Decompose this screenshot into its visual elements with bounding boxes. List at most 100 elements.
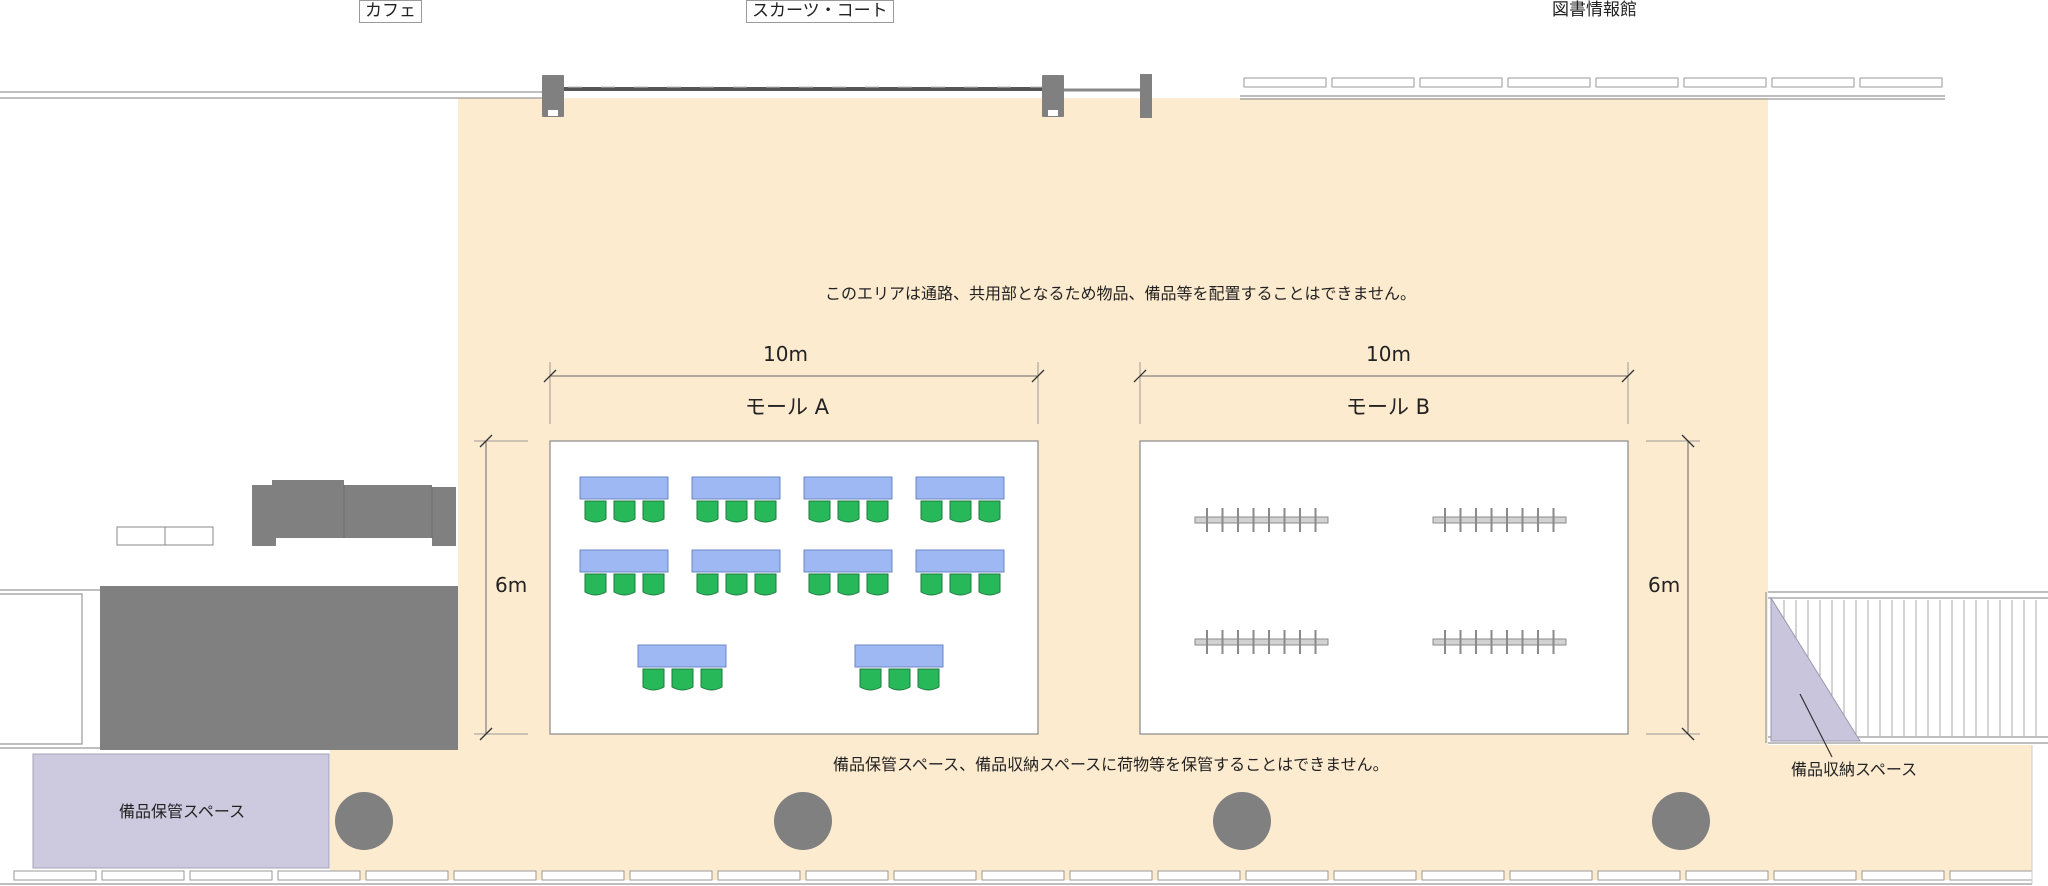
table-set (691, 476, 781, 523)
bottom-panels (13, 870, 2033, 881)
mall-b-area (1139, 440, 1629, 735)
circulation-note: このエリアは通路、共用部となるため物品、備品等を配置することはできません。 (825, 284, 1417, 303)
floor-panel (541, 870, 625, 881)
chair (888, 668, 911, 691)
fixture-rail (1432, 638, 1567, 646)
column-4 (1652, 792, 1710, 850)
floor-panel (1333, 870, 1417, 881)
column-1 (335, 792, 393, 850)
window-panel (1595, 77, 1679, 88)
table-set (579, 549, 669, 596)
chair (696, 500, 719, 523)
library-label: 図書情報館 (1552, 0, 1637, 20)
table-set (579, 476, 669, 523)
mall-b-width-label: 10m (1366, 342, 1411, 366)
chair (978, 500, 1001, 523)
floor-plan: カフェ スカーツ・コート 図書情報館 このエリアは通路、共用部となるため物品、備… (0, 0, 2048, 886)
floor-panel (805, 870, 889, 881)
chair (808, 500, 831, 523)
chair (920, 573, 943, 596)
chair (859, 668, 882, 691)
chair (920, 500, 943, 523)
table-set (915, 549, 1005, 596)
gate-pillar-notch (1048, 110, 1058, 116)
floor-panel (277, 870, 361, 881)
chair (642, 668, 665, 691)
chair (700, 668, 723, 691)
table (854, 644, 944, 668)
table-set (637, 644, 727, 691)
table (691, 476, 781, 500)
chair (671, 668, 694, 691)
table (803, 476, 893, 500)
chair (949, 573, 972, 596)
floor-panel (1861, 870, 1945, 881)
floor-panel (365, 870, 449, 881)
chair (837, 573, 860, 596)
mall-a-depth-label: 6m (495, 573, 528, 597)
floor-panel (1069, 870, 1153, 881)
chair (696, 573, 719, 596)
column-3 (1213, 792, 1271, 850)
gate-pillar-notch (548, 110, 558, 116)
storage-triangle (1770, 596, 1861, 742)
chair (584, 500, 607, 523)
window-panel (1419, 77, 1503, 88)
window-panel (1771, 77, 1855, 88)
floor-panel (717, 870, 801, 881)
gate-post (1140, 74, 1152, 118)
chair (978, 573, 1001, 596)
floor-panel (981, 870, 1065, 881)
chair (613, 500, 636, 523)
window-panel (1243, 77, 1327, 88)
floor-plan-drawing (0, 74, 2048, 885)
window-panel (1331, 77, 1415, 88)
floor-panel (189, 870, 273, 881)
equipment-storage-label: 備品保管スペース (119, 802, 246, 821)
chair (725, 573, 748, 596)
chair (584, 573, 607, 596)
equipment-storage-b-label: 備品収納スペース (1791, 760, 1918, 779)
building-block (100, 586, 458, 750)
fixture-rail (1194, 638, 1329, 646)
column-2 (774, 792, 832, 850)
sports-court-label: スカーツ・コート (746, 0, 894, 23)
chair (754, 573, 777, 596)
floor-panel (1773, 870, 1857, 881)
window-panel (1683, 77, 1767, 88)
window-panel (1507, 77, 1591, 88)
table (915, 476, 1005, 500)
floor-panel (1949, 870, 2033, 881)
table-set (854, 644, 944, 691)
floor-panel (629, 870, 713, 881)
chair (754, 500, 777, 523)
mall-b (1139, 440, 1629, 735)
storage-rule-note: 備品保管スペース、備品収納スペースに荷物等を保管することはできません。 (833, 755, 1389, 774)
table (579, 476, 669, 500)
chair (917, 668, 940, 691)
mall-a-width-label: 10m (763, 342, 808, 366)
chair (866, 573, 889, 596)
floor-panel (453, 870, 537, 881)
chair (866, 500, 889, 523)
floor-panel (1509, 870, 1593, 881)
table-set (803, 549, 893, 596)
table (915, 549, 1005, 573)
chair (613, 573, 636, 596)
chair (642, 573, 665, 596)
chair (808, 573, 831, 596)
table (691, 549, 781, 573)
chair (949, 500, 972, 523)
window-panels (1243, 77, 1943, 88)
fixture-rail (1194, 516, 1329, 524)
table (637, 644, 727, 668)
table (803, 549, 893, 573)
mall-a (549, 440, 1039, 735)
floor-panel (13, 870, 97, 881)
table-set (803, 476, 893, 523)
table-set (691, 549, 781, 596)
mall-b-depth-label: 6m (1648, 573, 1681, 597)
floor-panel (1597, 870, 1681, 881)
floor-panel (1685, 870, 1769, 881)
window-panel (1859, 77, 1943, 88)
